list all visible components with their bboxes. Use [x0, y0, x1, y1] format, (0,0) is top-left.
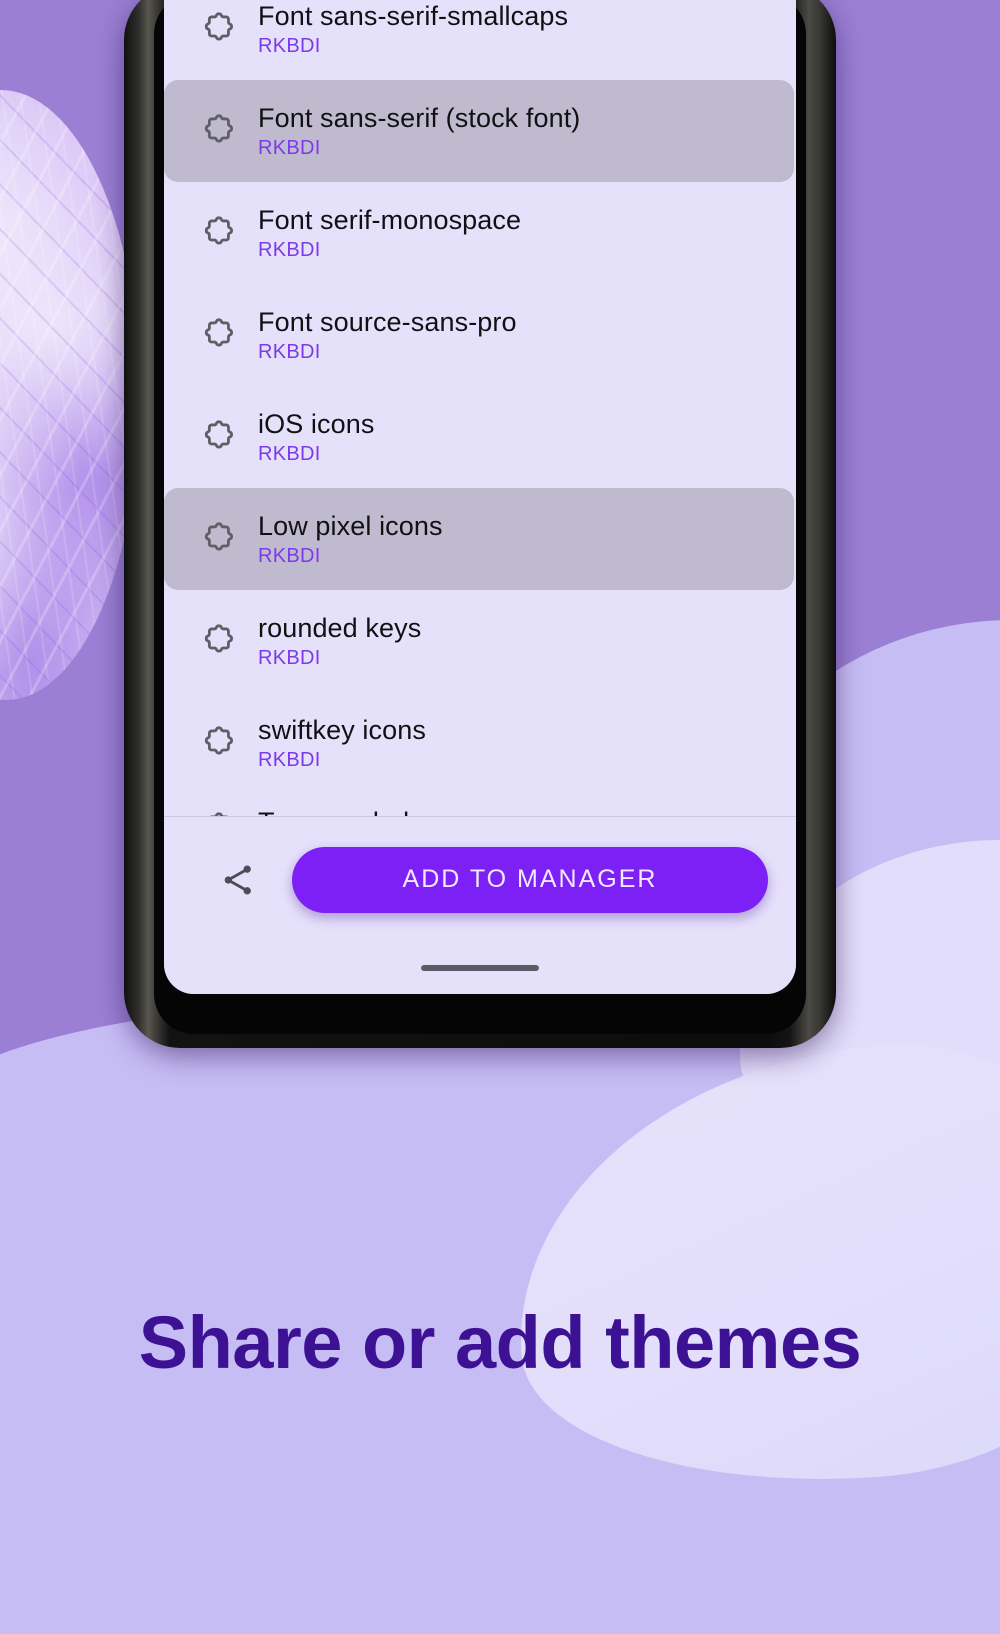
theme-list-item[interactable]: Font sans-serif (stock font) RKBDI [164, 80, 794, 182]
puzzle-piece-icon [186, 518, 252, 560]
theme-title: Low pixel icons [258, 510, 443, 541]
theme-list-item[interactable]: Font serif-monospace RKBDI [164, 182, 796, 284]
theme-list-item-text: Font source-sans-pro RKBDI [252, 308, 517, 363]
theme-list-item-text: rounded keys RKBDI [252, 614, 421, 669]
theme-author: RKBDI [258, 35, 321, 58]
theme-list-item[interactable]: Font source-sans-pro RKBDI [164, 284, 796, 386]
theme-list-item-text: Top rounded corners [252, 808, 508, 816]
puzzle-piece-icon [186, 722, 252, 764]
puzzle-piece-icon [186, 110, 252, 152]
theme-author: RKBDI [258, 137, 321, 160]
theme-author: RKBDI [258, 443, 321, 466]
theme-list-item[interactable]: Top rounded corners [164, 794, 796, 816]
theme-author: RKBDI [258, 545, 321, 568]
theme-title: Font sans-serif-smallcaps [258, 0, 569, 31]
home-gesture-bar[interactable] [421, 965, 539, 971]
theme-title: swiftkey icons [258, 714, 426, 745]
background-marble-blob [0, 90, 140, 700]
theme-title: Top rounded corners [258, 808, 508, 816]
theme-list-item-text: Font sans-serif (stock font) RKBDI [252, 104, 580, 159]
theme-author: RKBDI [258, 647, 321, 670]
theme-list[interactable]: RKBDI Font sans-serif-smallcaps RKBDI Fon… [164, 0, 796, 816]
theme-list-item-text: Font sans-serif-smallcaps RKBDI [252, 2, 568, 57]
theme-author: RKBDI [258, 749, 321, 772]
theme-author: RKBDI [258, 341, 321, 364]
puzzle-piece-icon [186, 314, 252, 356]
page-headline: Share or add themes [138, 1301, 862, 1384]
puzzle-piece-icon [186, 8, 252, 50]
theme-list-item[interactable]: rounded keys RKBDI [164, 590, 796, 692]
share-icon[interactable] [210, 852, 266, 908]
theme-title: Font source-sans-pro [258, 306, 517, 337]
puzzle-piece-icon [186, 808, 252, 816]
theme-list-item[interactable]: iOS icons RKBDI [164, 386, 796, 488]
theme-list-item-text: iOS icons RKBDI [252, 410, 374, 465]
gesture-nav-area [164, 942, 796, 994]
theme-list-item[interactable]: Font sans-serif-smallcaps RKBDI [164, 0, 796, 80]
bottom-action-bar: ADD TO MANAGER [164, 816, 796, 942]
puzzle-piece-icon [186, 416, 252, 458]
theme-author: RKBDI [258, 239, 321, 262]
theme-title: rounded keys [258, 612, 422, 643]
theme-list-item-text: Low pixel icons RKBDI [252, 512, 443, 567]
phone-mockup: RKBDI Font sans-serif-smallcaps RKBDI Fon… [124, 0, 836, 1048]
theme-list-item-text: Font serif-monospace RKBDI [252, 206, 521, 261]
add-to-manager-button[interactable]: ADD TO MANAGER [292, 846, 768, 913]
theme-title: iOS icons [258, 408, 375, 439]
theme-list-item-text: swiftkey icons RKBDI [252, 716, 426, 771]
puzzle-piece-icon [186, 212, 252, 254]
theme-title: Font sans-serif (stock font) [258, 102, 581, 133]
puzzle-piece-icon [186, 620, 252, 662]
theme-list-item[interactable]: swiftkey icons RKBDI [164, 692, 796, 794]
phone-screen: RKBDI Font sans-serif-smallcaps RKBDI Fon… [164, 0, 796, 994]
theme-title: Font serif-monospace [258, 204, 522, 235]
theme-list-item[interactable]: Low pixel icons RKBDI [164, 488, 794, 590]
